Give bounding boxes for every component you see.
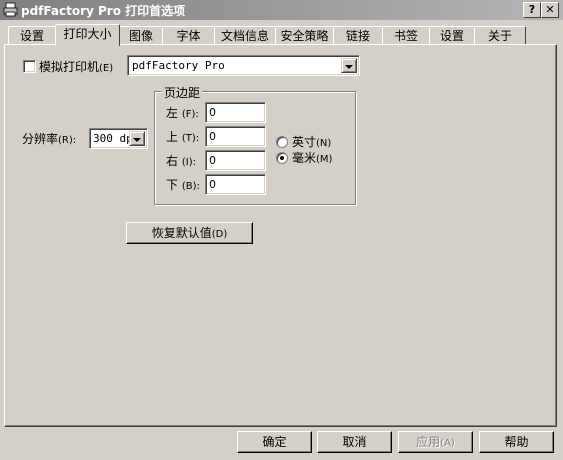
emulate-printer-hotkey: (E) — [99, 63, 114, 74]
close-title-button[interactable]: ✕ — [541, 2, 559, 18]
bottom-margin-label: 下 (B): — [166, 176, 200, 193]
chevron-down-icon[interactable] — [341, 58, 357, 73]
tab-links[interactable]: 链接 — [333, 26, 383, 44]
emulate-printer-checkbox[interactable] — [23, 60, 36, 73]
bottom-margin-value: 0 — [209, 178, 216, 191]
tab-settings-2[interactable]: 设置 — [429, 26, 475, 44]
resolution-hotkey: (R): — [58, 135, 77, 146]
apply-text: 应用 — [416, 435, 441, 449]
inches-text: 英寸 — [292, 135, 317, 149]
bottom-margin-input[interactable]: 0 — [205, 174, 266, 195]
emulate-printer-label: 模拟打印机(E) — [39, 58, 113, 75]
tab-settings[interactable]: 设置 — [8, 26, 56, 44]
millimeters-text: 毫米 — [292, 151, 317, 165]
resolution-text: 分辨率 — [22, 132, 59, 146]
millimeters-hotkey: (M) — [316, 154, 333, 165]
tab-print-size[interactable]: 打印大小 — [55, 24, 120, 46]
tab-document-info[interactable]: 文档信息 — [214, 26, 276, 44]
window-title: pdfFactory Pro 打印首选项 — [21, 4, 186, 18]
bottom-margin-text: 下 — [166, 178, 179, 192]
apply-hotkey: (A) — [440, 438, 455, 449]
top-margin-hotkey: (T): — [181, 133, 200, 144]
ok-button[interactable]: 确定 — [237, 431, 312, 453]
resolution-label: 分辨率(R): — [22, 130, 76, 147]
printer-icon — [3, 2, 18, 17]
tab-security[interactable]: 安全策略 — [275, 26, 334, 44]
emulate-printer-text: 模拟打印机 — [39, 60, 100, 74]
resolution-select-value: 300 dp — [93, 132, 133, 145]
top-margin-text: 上 — [166, 130, 179, 144]
right-margin-value: 0 — [209, 154, 216, 167]
top-margin-input[interactable]: 0 — [205, 126, 266, 147]
left-margin-value: 0 — [209, 106, 216, 119]
millimeters-radio[interactable] — [276, 152, 288, 164]
resolution-select[interactable]: 300 dp — [89, 128, 148, 149]
cancel-button[interactable]: 取消 — [317, 431, 392, 453]
chevron-down-icon[interactable] — [129, 131, 145, 146]
left-margin-label: 左 (F): — [166, 104, 199, 121]
tab-about[interactable]: 关于 — [474, 26, 526, 44]
help-title-button[interactable]: ? — [523, 2, 541, 18]
close-icon: ✕ — [545, 3, 555, 16]
top-margin-label: 上 (T): — [166, 128, 199, 145]
right-margin-text: 右 — [166, 154, 179, 168]
tab-image[interactable]: 图像 — [119, 26, 163, 44]
margins-group-title: 页边距 — [162, 84, 203, 101]
apply-button[interactable]: 应用(A) — [398, 431, 473, 453]
right-margin-hotkey: (I): — [181, 157, 196, 168]
restore-defaults-button[interactable]: 恢复默认值(D) — [126, 222, 253, 244]
millimeters-label: 毫米(M) — [292, 149, 332, 166]
help-button[interactable]: 帮助 — [479, 431, 554, 453]
left-margin-text: 左 — [166, 106, 179, 120]
bottom-margin-hotkey: (B): — [181, 181, 200, 192]
inches-hotkey: (N) — [316, 138, 332, 149]
inches-label: 英寸(N) — [292, 133, 331, 150]
printer-select[interactable]: pdfFactory Pro — [127, 55, 360, 76]
tab-fonts[interactable]: 字体 — [162, 26, 215, 44]
right-margin-label: 右 (I): — [166, 152, 196, 169]
left-margin-input[interactable]: 0 — [205, 102, 266, 123]
right-margin-input[interactable]: 0 — [205, 150, 266, 171]
restore-defaults-hotkey: (D) — [211, 229, 228, 240]
printer-select-value: pdfFactory Pro — [132, 59, 225, 72]
tab-bookmarks[interactable]: 书签 — [382, 26, 430, 44]
left-margin-hotkey: (F): — [181, 109, 199, 120]
inches-radio[interactable] — [276, 136, 288, 148]
top-margin-value: 0 — [209, 130, 216, 143]
restore-defaults-text: 恢复默认值 — [151, 226, 212, 240]
